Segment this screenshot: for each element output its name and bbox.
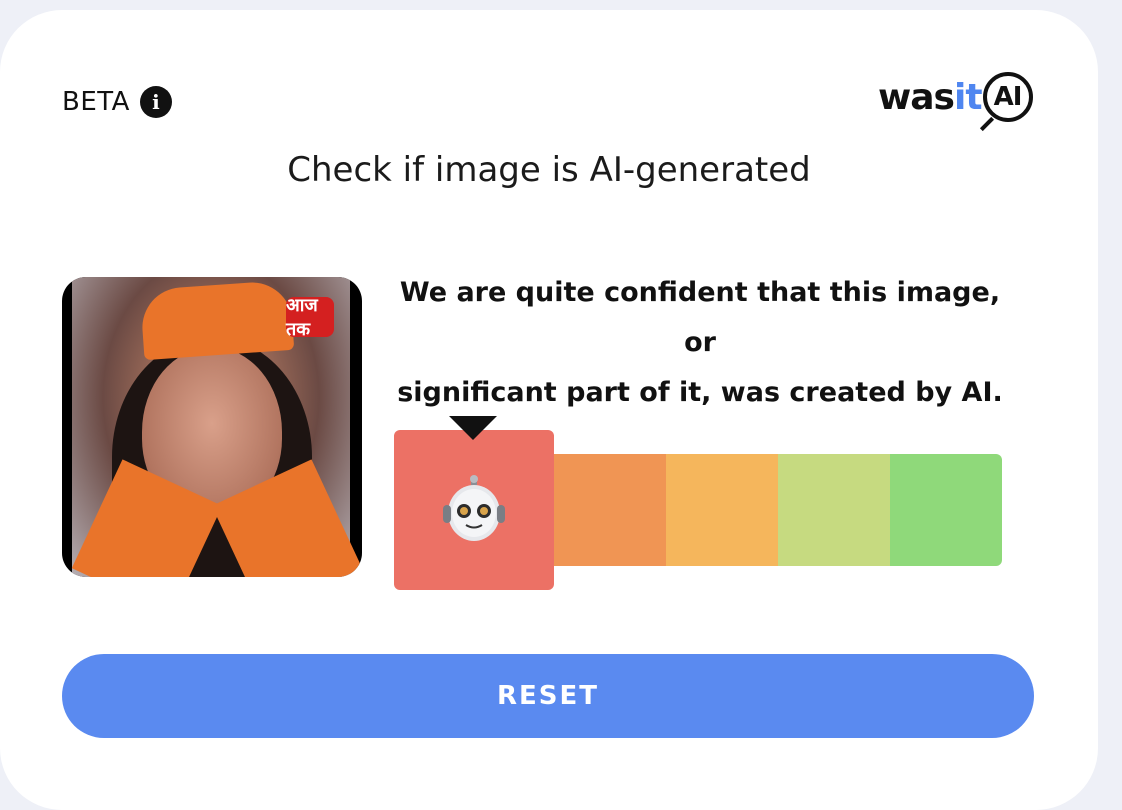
verdict-text: We are quite confident that this image, … <box>380 268 1020 418</box>
channel-logo-badge: आज तक <box>286 295 334 340</box>
logo-text-was: was <box>878 76 955 118</box>
reset-button[interactable]: RESET <box>62 654 1034 738</box>
meter-segment-3 <box>666 454 778 566</box>
confidence-marker <box>394 430 554 590</box>
meter-segment-2 <box>554 454 666 566</box>
logo-text-ai: AI <box>993 82 1023 112</box>
meter-segment-5 <box>890 454 1002 566</box>
image-cap <box>139 279 295 361</box>
uploaded-image: आज तक <box>62 277 362 577</box>
robot-icon <box>443 475 505 541</box>
meter-segment-4 <box>778 454 890 566</box>
verdict-line-1: We are quite confident that this image, … <box>399 277 1001 358</box>
wasitai-logo[interactable]: was it AI <box>878 72 1033 122</box>
page-title: Check if image is AI-generated <box>287 150 811 190</box>
info-icon[interactable]: i <box>139 86 172 118</box>
beta-indicator: BETA i <box>62 86 172 118</box>
magnifier-icon: AI <box>982 72 1033 122</box>
verdict-line-2: significant part of it, was created by A… <box>397 377 1003 408</box>
marker-pointer-icon <box>449 416 497 440</box>
beta-label: BETA <box>62 87 130 117</box>
logo-text-it: it <box>953 76 983 118</box>
